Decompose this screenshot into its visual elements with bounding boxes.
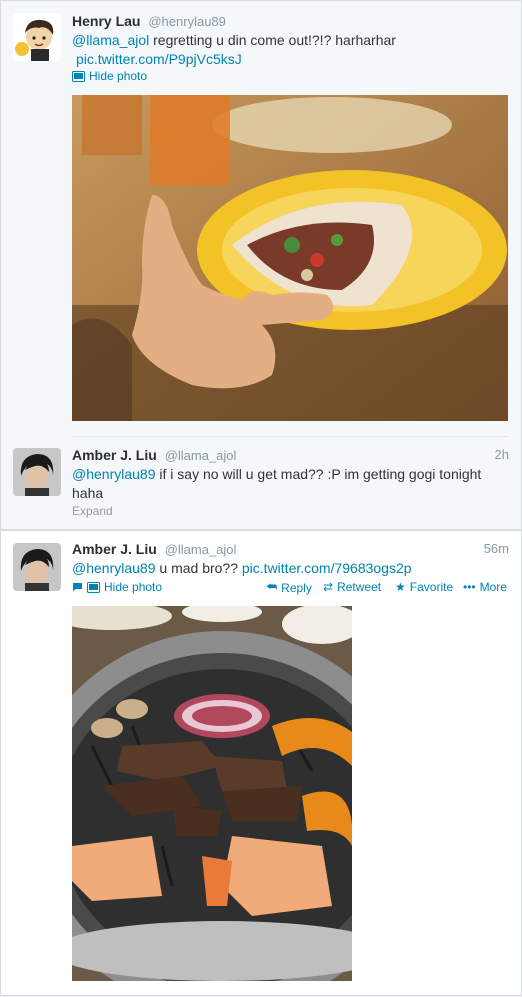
hide-photo-button[interactable]: Hide photo [72,580,162,594]
display-name[interactable]: Amber J. Liu [72,447,157,463]
tweet-header: Amber J. Liu @llama_ajol 56m [72,541,509,559]
more-dots-icon: ••• [463,580,476,594]
timestamp[interactable]: 2h [495,447,509,462]
tweet-text: @henrylau89 u mad bro?? pic.twitter.com/… [72,559,509,578]
retweet-icon: ⇄ [323,580,334,594]
hide-photo-label: Hide photo [89,69,148,83]
avatar-photo-image [13,543,61,591]
tweet-amber-reply[interactable]: Amber J. Liu @llama_ajol 2h @henrylau89 … [1,437,521,529]
display-name[interactable]: Henry Lau [72,13,140,29]
retweet-button[interactable]: ⇄ Retweet [323,580,381,594]
tweet-text: @llama_ajol regretting u din come out!?!… [72,31,509,69]
photo-icon [87,581,100,593]
avatar-cartoon-image [13,13,61,61]
expand-button[interactable]: Expand [72,504,113,518]
tweet-text: @henrylau89 if i say no will u get mad??… [72,465,509,503]
photo-burrito-image [72,95,508,421]
tweet-henry-lau[interactable]: Henry Lau @henrylau89 @llama_ajol regret… [1,1,521,431]
avatar-photo-image [13,448,61,496]
tweet-text-content: u mad bro?? [155,560,242,576]
username[interactable]: @llama_ajol [165,542,237,557]
mention-link[interactable]: @llama_ajol [72,32,149,48]
favorite-button[interactable]: ★ Favorite [395,580,453,594]
reply-button[interactable]: ⮪ Reply [266,580,312,595]
hide-photo-button[interactable]: Hide photo [72,69,147,83]
tweet-text-content: regretting u din come out!?!? harharhar [149,32,396,48]
photo-link[interactable]: pic.twitter.com/79683ogs2p [242,560,412,576]
avatar[interactable] [13,13,61,61]
avatar[interactable] [13,448,61,496]
timestamp[interactable]: 56m [484,541,509,556]
username[interactable]: @llama_ajol [165,448,237,463]
mention-link[interactable]: @henrylau89 [72,560,156,576]
tweet-amber-mad-bro[interactable]: Amber J. Liu @llama_ajol 56m @henrylau89… [1,531,521,997]
hide-photo-label: Hide photo [104,580,163,594]
star-icon: ★ [395,580,406,594]
more-label: More [479,580,507,594]
favorite-label: Favorite [409,580,454,594]
more-button[interactable]: ••• More [463,580,507,594]
expand-label: Expand [72,504,113,518]
tweet-photo[interactable] [72,95,508,421]
avatar[interactable] [13,543,61,591]
reply-label: Reply [281,580,312,595]
mention-link[interactable]: @henrylau89 [72,466,156,482]
retweet-label: Retweet [337,580,382,594]
photo-link[interactable]: pic.twitter.com/P9pjVc5ksJ [76,51,242,67]
photo-grill-image [72,606,352,981]
username[interactable]: @henrylau89 [148,14,226,29]
photo-icon [72,70,85,82]
tweet-group: Amber J. Liu @llama_ajol 56m @henrylau89… [0,530,522,996]
reply-icon: ⮪ [266,580,278,594]
display-name[interactable]: Amber J. Liu [72,541,157,557]
conversation-icon [73,583,82,591]
tweet-header: Amber J. Liu @llama_ajol 2h [72,447,509,465]
tweet-photo[interactable] [72,606,352,981]
conversation-group: Henry Lau @henrylau89 @llama_ajol regret… [0,0,522,530]
tweet-header: Henry Lau @henrylau89 [72,13,509,31]
